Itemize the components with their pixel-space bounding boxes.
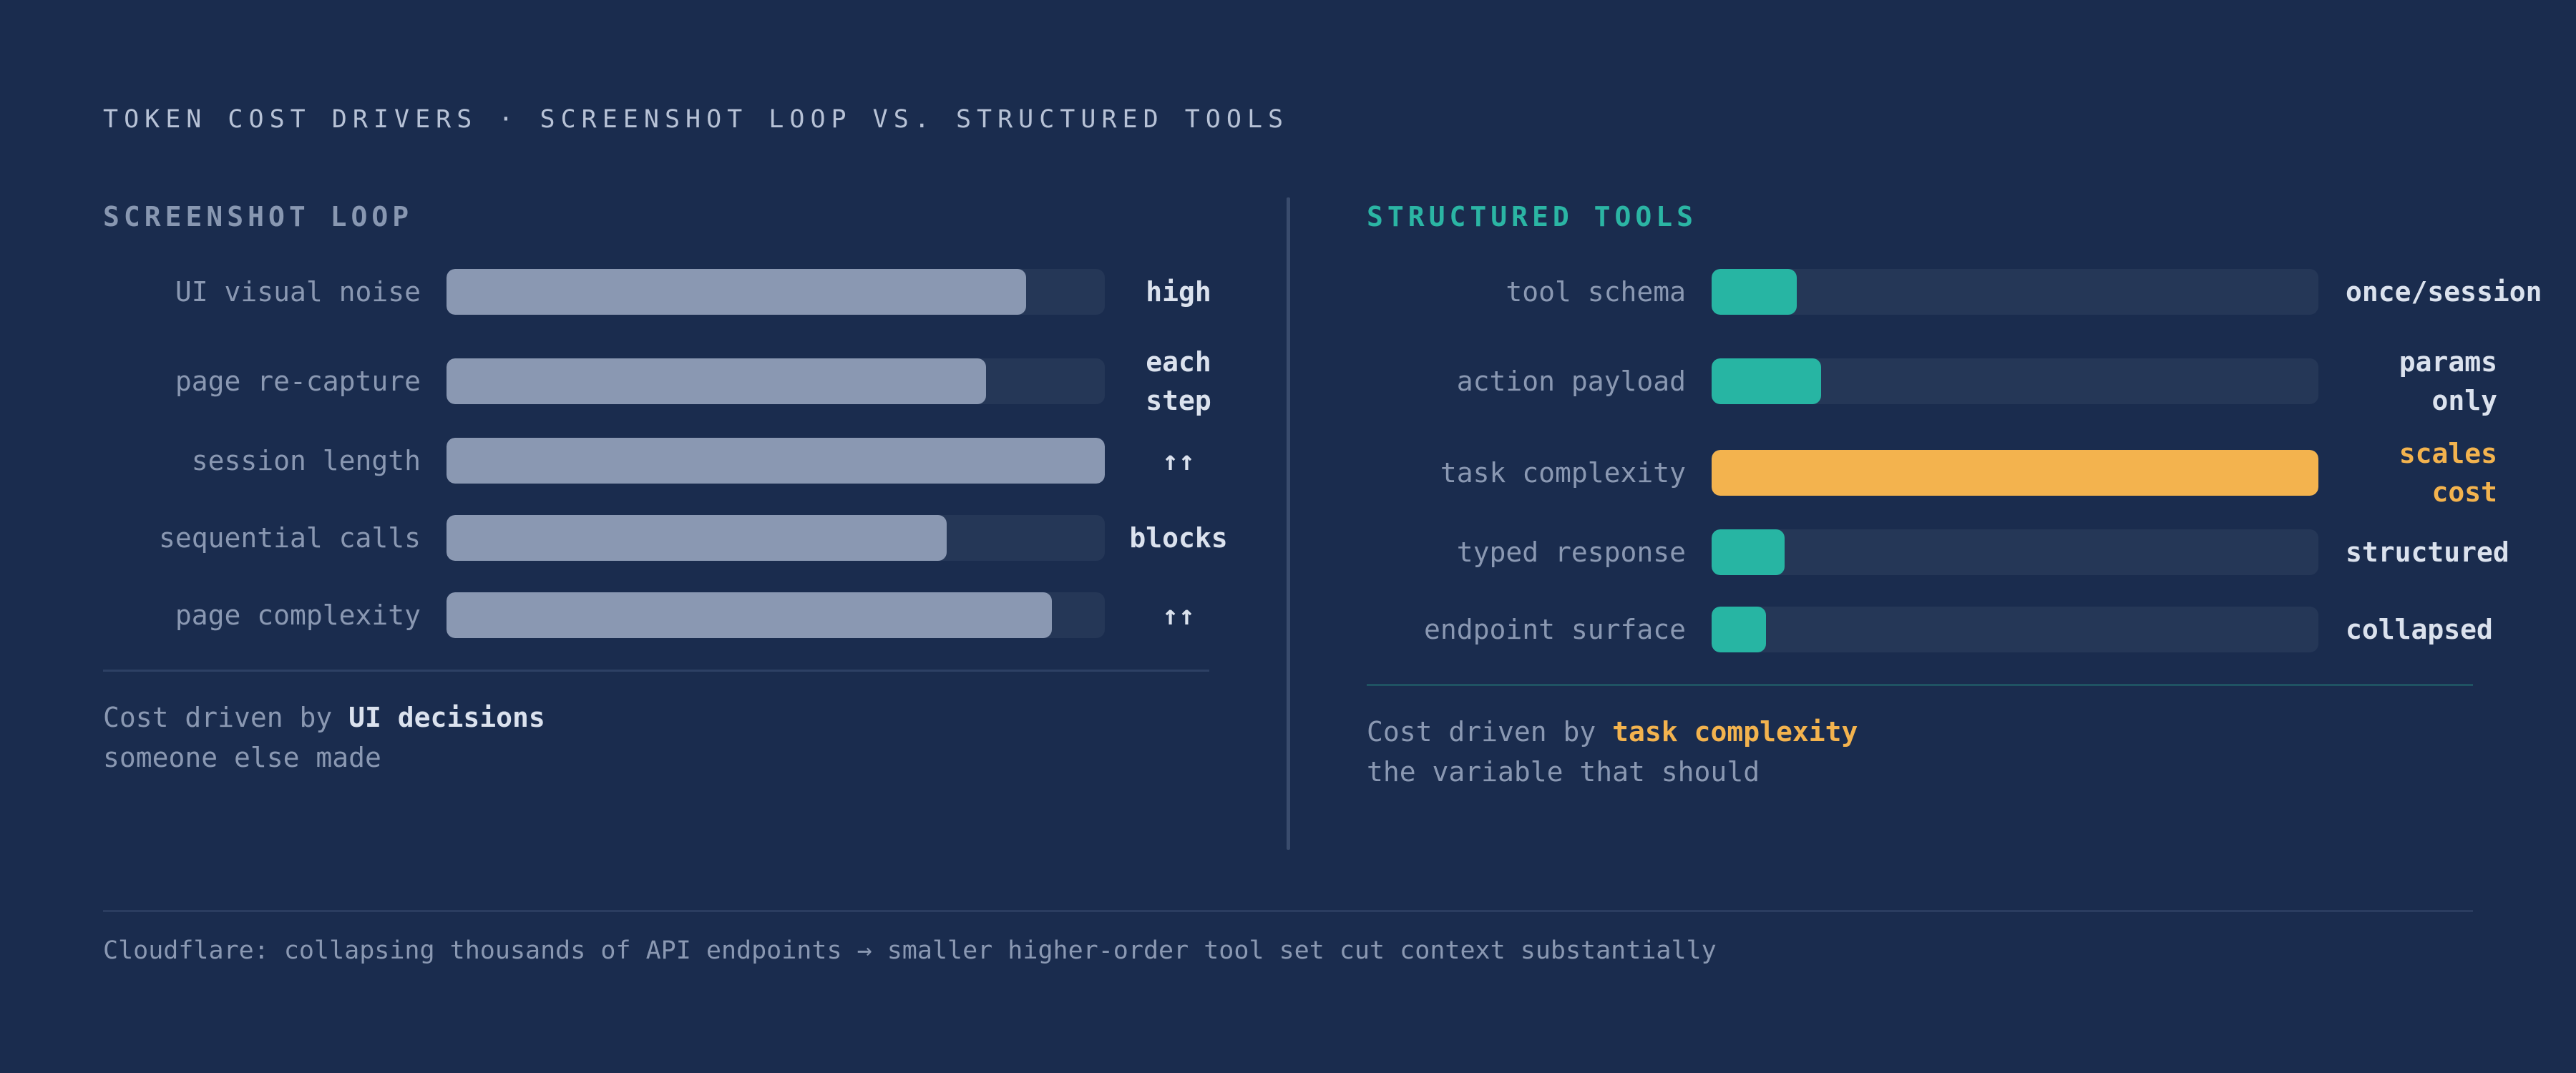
row-value: each step [1146, 346, 1211, 416]
row-page-complexity: page complexity ↑↑ [103, 592, 1262, 638]
panel-divider-rule [1367, 684, 2473, 686]
row-value: blocks [1129, 522, 1228, 554]
bar-fill [1712, 529, 1785, 575]
row-label: tool schema [1506, 276, 1686, 308]
bar-track [447, 358, 1105, 404]
bar-track [447, 438, 1105, 484]
row-value: once/session [2346, 276, 2542, 308]
row-label: sequential calls [158, 522, 421, 554]
summary-emphasis: task complexity [1612, 716, 1858, 748]
summary-line-1: Cost driven by task complexity [1367, 712, 2490, 752]
row-label: UI visual noise [175, 276, 421, 308]
summary-line-1: Cost driven by UI decisions [103, 697, 1262, 738]
row-page-re-capture: page re-capture each step [103, 342, 1262, 421]
footer-note: Cloudflare: collapsing thousands of API … [103, 936, 1717, 965]
screenshot-loop-rows: UI visual noise high page re-capture eac… [103, 269, 1262, 638]
row-value: ↑↑ [1162, 445, 1195, 476]
bar-fill [1712, 607, 1767, 652]
row-action-payload: action payload params only [1367, 342, 2497, 421]
bar-fill [447, 438, 1105, 484]
row-sequential-calls: sequential calls blocks [103, 515, 1262, 561]
row-label: action payload [1456, 366, 1686, 397]
bar-track [1712, 269, 2318, 315]
vertical-divider [1287, 197, 1290, 850]
row-value: params only [2399, 346, 2497, 416]
footer-divider [103, 910, 2473, 912]
structured-tools-rows: tool schema once/session action payload … [1367, 269, 2542, 652]
bar-track [447, 515, 1105, 561]
bar-fill [1712, 269, 1797, 315]
row-tool-schema: tool schema once/session [1367, 269, 2542, 315]
row-task-complexity: task complexity scales cost [1367, 433, 2497, 512]
row-label: page re-capture [175, 366, 421, 397]
bar-fill [447, 358, 987, 404]
row-value: structured [2346, 536, 2509, 568]
row-value: scales cost [2399, 438, 2497, 508]
row-label: page complexity [175, 599, 421, 631]
row-label: typed response [1456, 536, 1686, 568]
structured-tools-summary: Cost driven by task complexity the varia… [1367, 712, 2490, 792]
bar-fill [447, 592, 1053, 638]
bar-track [1712, 529, 2318, 575]
panel-divider-rule [103, 670, 1209, 672]
row-label: endpoint surface [1423, 614, 1686, 645]
bar-fill [1712, 358, 1821, 404]
summary-line-2: someone else made [103, 742, 381, 773]
bar-fill [1712, 450, 2318, 496]
bar-fill [447, 515, 947, 561]
summary-prefix: Cost driven by [1367, 716, 1613, 748]
row-value: collapsed [2346, 614, 2493, 645]
bar-track [1712, 607, 2318, 652]
bar-track [1712, 358, 2318, 404]
row-ui-visual-noise: UI visual noise high [103, 269, 1262, 315]
bar-track [447, 269, 1105, 315]
summary-emphasis: UI decisions [348, 702, 545, 733]
page-title: TOKEN COST DRIVERS · SCREENSHOT LOOP VS.… [103, 105, 1289, 134]
structured-tools-heading: STRUCTURED TOOLS [1367, 201, 1698, 232]
row-endpoint-surface: endpoint surface collapsed [1367, 607, 2493, 652]
bar-track [447, 592, 1105, 638]
bar-track [1712, 450, 2318, 496]
row-label: session length [191, 445, 421, 476]
screenshot-loop-summary: Cost driven by UI decisions someone else… [103, 697, 1262, 778]
row-session-length: session length ↑↑ [103, 438, 1262, 484]
row-value: high [1146, 276, 1211, 308]
structured-tools-panel: STRUCTURED TOOLS tool schema once/sessio… [1367, 193, 2542, 792]
bar-fill [447, 269, 1026, 315]
row-typed-response: typed response structured [1367, 529, 2509, 575]
summary-line-2: the variable that should [1367, 756, 1760, 788]
row-label: task complexity [1440, 457, 1686, 489]
summary-prefix: Cost driven by [103, 702, 349, 733]
row-value: ↑↑ [1162, 599, 1195, 631]
screenshot-loop-panel: SCREENSHOT LOOP UI visual noise high pag… [103, 193, 1262, 778]
screenshot-loop-heading: SCREENSHOT LOOP [103, 201, 414, 232]
